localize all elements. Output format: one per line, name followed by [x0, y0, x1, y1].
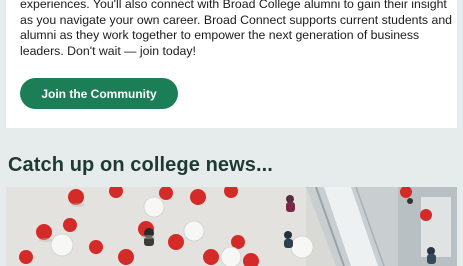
college-atrium-photo: [6, 187, 457, 266]
join-community-button[interactable]: Join the Community: [20, 78, 178, 109]
community-card: experiences. You'll also connect with Br…: [6, 0, 457, 128]
community-intro-text: experiences. You'll also connect with Br…: [20, 0, 453, 58]
college-news-heading: Catch up on college news...: [8, 154, 273, 176]
